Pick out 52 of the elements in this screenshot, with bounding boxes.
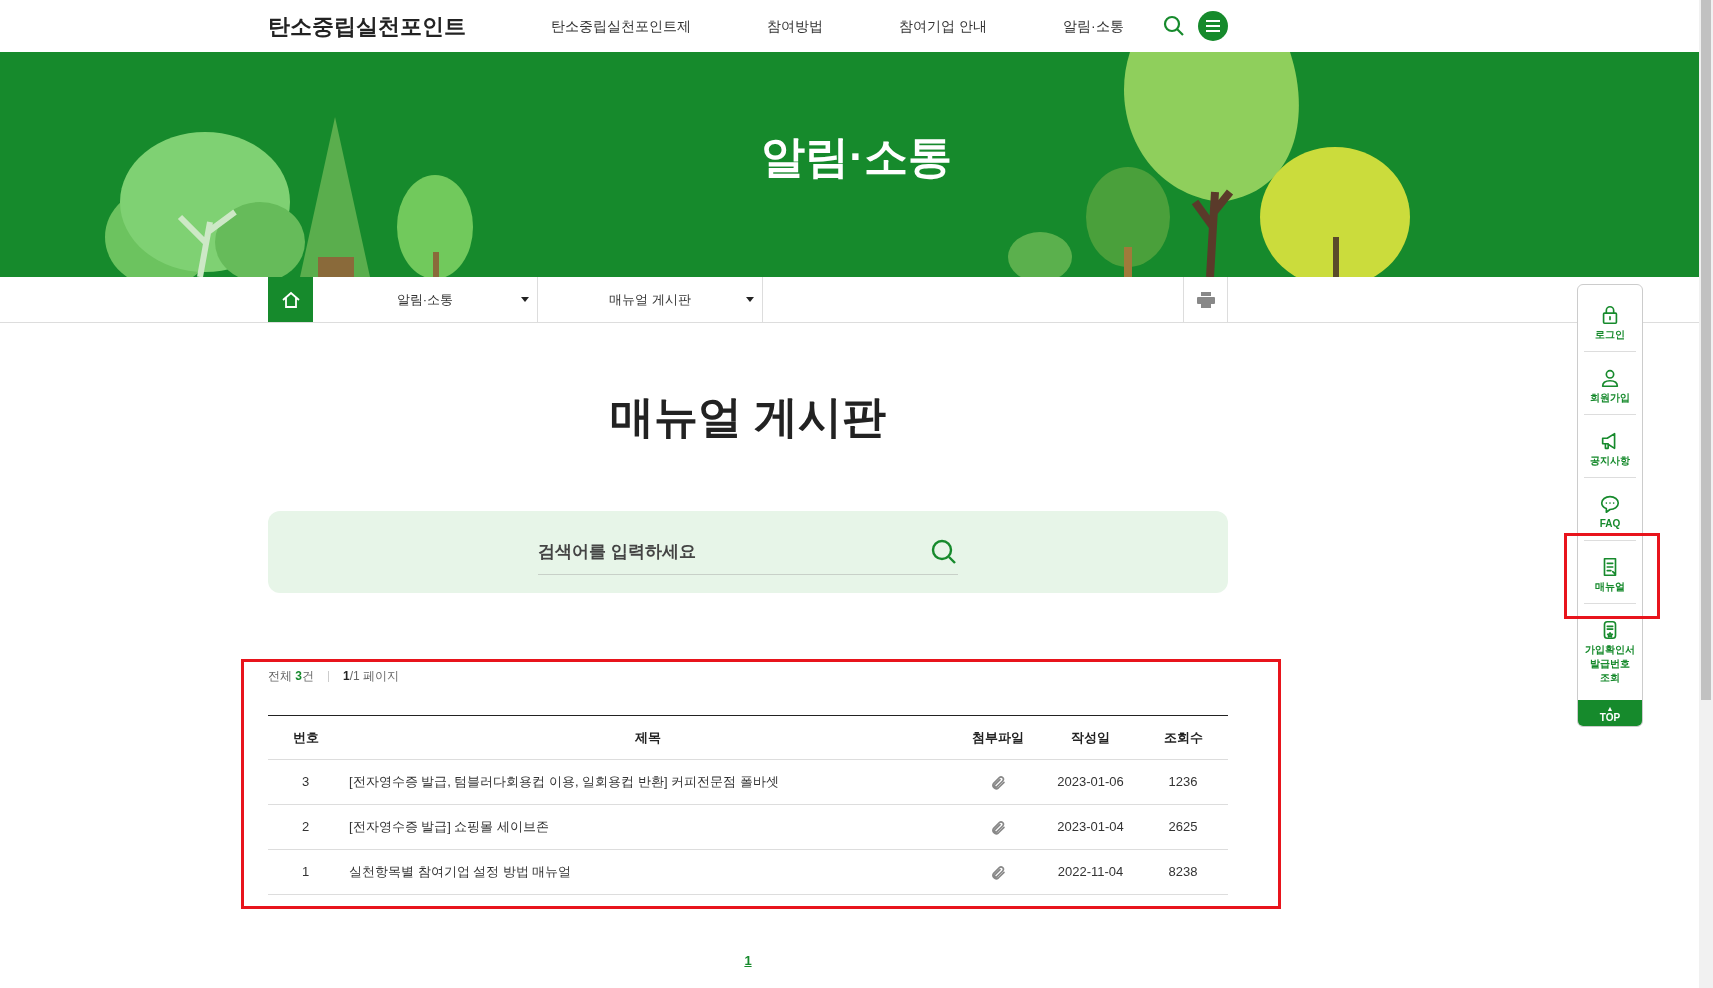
column-header: 첨부파일 [953,715,1043,760]
home-button[interactable] [268,277,313,322]
quick-menu-link[interactable]: 가입확인서 발급번호 조회 [1584,619,1636,685]
table-cell: 2625 [1138,804,1228,850]
nav-link[interactable]: 알림·소통 [1062,15,1124,37]
home-icon [280,289,301,310]
post-title-link[interactable]: [전자영수증 발급, 텀블러다회용컵 이용, 일회용컵 반환] 커피전문점 폴바셋 [349,774,779,790]
breadcrumb-dropdown[interactable]: 매뉴얼 게시판 [538,277,763,322]
paperclip-icon[interactable] [990,864,1006,881]
menu-button[interactable] [1198,11,1228,41]
page-count: 1/1 페이지 [343,668,400,685]
table-cell: 1236 [1138,759,1228,805]
table-cell: 2023-01-04 [1043,804,1138,850]
post-title-link[interactable]: 실천항목별 참여기업 설정 방법 매뉴얼 [349,864,572,880]
print-button[interactable] [1183,277,1228,322]
column-header: 제목 [343,715,953,760]
table-cell: 1 [268,849,343,895]
print-icon [1196,291,1215,308]
quick-menu-link[interactable]: 회원가입 [1584,367,1636,405]
nav-link[interactable]: 탄소중립실천포인트제 [551,15,691,37]
caret-icon [746,297,754,302]
caret-icon [521,297,529,302]
banner-title: 알림·소통 [761,130,952,183]
breadcrumb-dropdown[interactable]: 알림·소통 [313,277,538,322]
paperclip-icon[interactable] [990,819,1006,836]
column-header: 작성일 [1043,715,1138,760]
person-icon [1599,367,1621,389]
search-icon[interactable] [1162,14,1186,38]
search-icon[interactable] [930,537,958,566]
column-header: 번호 [268,715,343,760]
post-title-link[interactable]: [전자영수증 발급] 쇼핑몰 세이브존 [349,819,550,835]
menu-icon [1206,20,1220,32]
quick-menu-link[interactable]: 매뉴얼 [1584,556,1636,594]
table-cell: 3 [268,759,343,805]
paperclip-icon[interactable] [990,774,1006,791]
page-link[interactable]: 1 [744,951,752,971]
quick-menu-link[interactable]: 로그인 [1584,304,1636,342]
search-field[interactable]: 검색어를 입력하세요 [538,538,930,565]
page-title: 매뉴얼 게시판 [609,391,887,443]
quick-menu-link[interactable]: 공지사항 [1584,430,1636,468]
nav-link[interactable]: 참여방법 [767,15,823,37]
quick-menu-link[interactable]: FAQ [1584,493,1636,531]
site-logo[interactable]: 탄소중립실천포인트 [268,9,466,43]
chat-icon [1599,493,1621,515]
nav-link[interactable]: 참여기업 안내 [899,15,987,37]
table-cell: 8238 [1138,849,1228,895]
table-cell: 2023-01-06 [1043,759,1138,805]
table-cell: 2022-11-04 [1043,849,1138,895]
scrollbar-thumb[interactable] [1701,0,1711,700]
column-header: 조회수 [1138,715,1228,760]
table-cell: 2 [268,804,343,850]
total-count: 전체 3건 [268,668,315,685]
